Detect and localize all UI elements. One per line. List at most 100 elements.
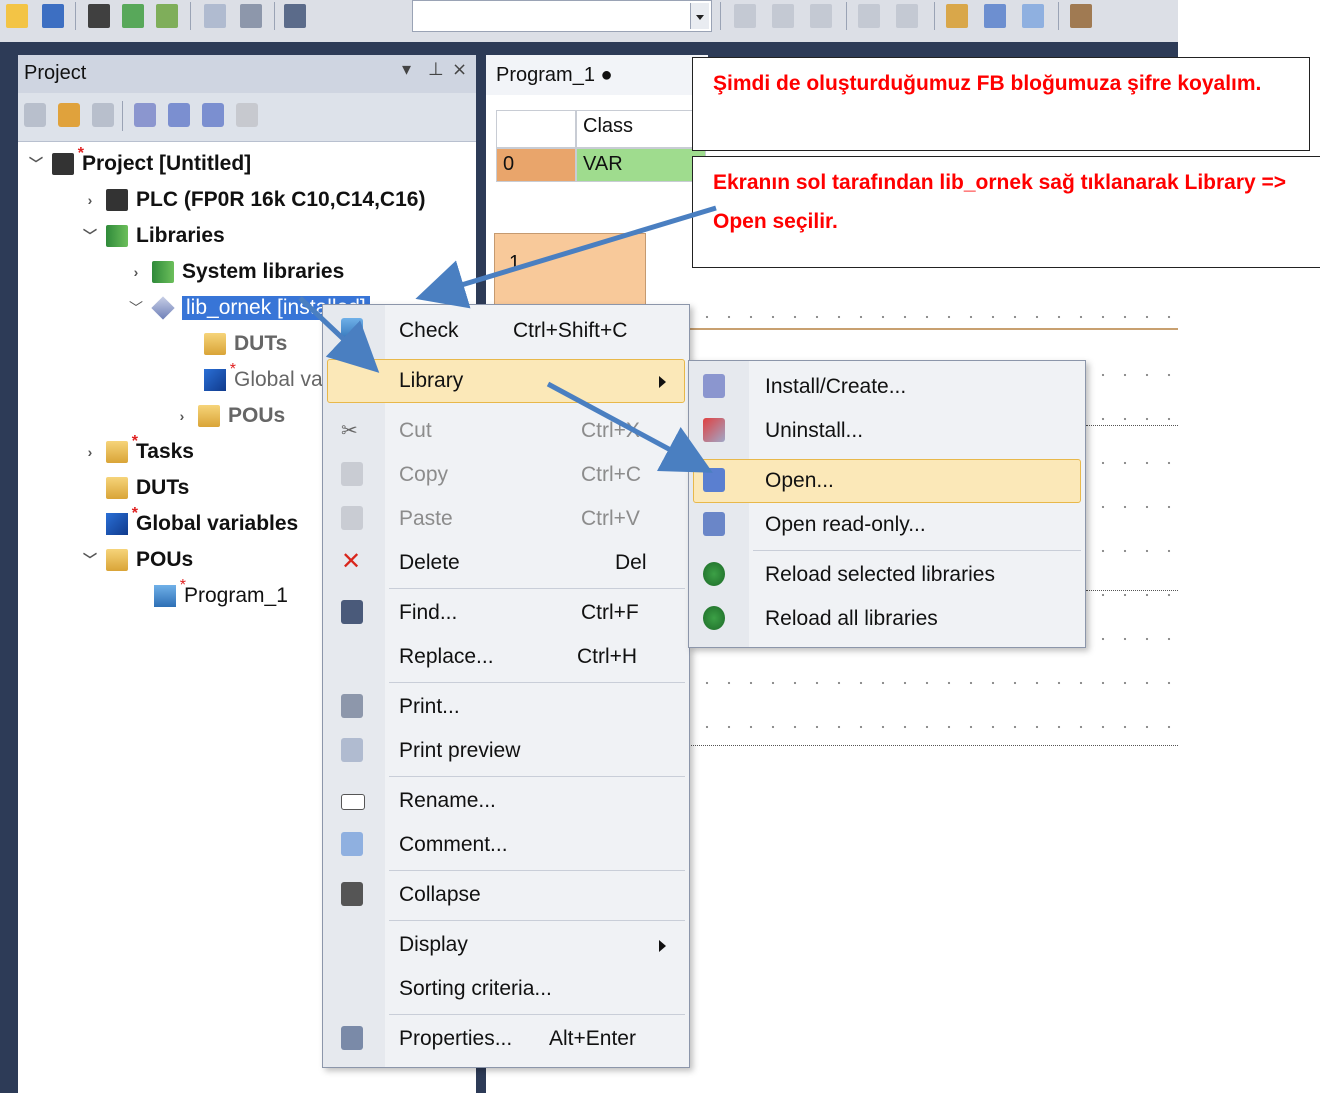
undo-icon[interactable] bbox=[858, 4, 880, 28]
menu-separator bbox=[389, 1014, 685, 1015]
chevron-down-icon[interactable]: ﹀ bbox=[82, 550, 98, 570]
menu-item-label: Check bbox=[399, 319, 459, 342]
menu-item-shortcut: Del bbox=[615, 551, 647, 574]
chevron-right-icon[interactable]: › bbox=[82, 192, 98, 208]
tree-item-label: DUTs bbox=[136, 476, 190, 499]
grid-header-class: Class bbox=[576, 110, 706, 148]
tree-item-system-libraries[interactable]: › System libraries bbox=[128, 255, 344, 289]
menu-item-check[interactable]: Check Ctrl+Shift+C bbox=[323, 309, 689, 353]
print-icon[interactable] bbox=[240, 4, 262, 28]
tree-item-plc[interactable]: › PLC (FP0R 16k C10,C14,C16) bbox=[82, 183, 425, 217]
menu-item-install-create[interactable]: Install/Create... bbox=[689, 365, 1085, 409]
library-icon bbox=[151, 296, 175, 320]
add-dut-icon[interactable] bbox=[58, 103, 80, 127]
add-pou-icon[interactable] bbox=[92, 103, 114, 127]
print-preview-icon[interactable] bbox=[204, 4, 226, 28]
open-library-icon[interactable] bbox=[168, 103, 190, 127]
menu-item-print[interactable]: Print... bbox=[323, 685, 689, 729]
library-icon[interactable] bbox=[236, 103, 258, 127]
menu-item-cut[interactable]: ✂ Cut Ctrl+X bbox=[323, 409, 689, 453]
network-number-label: 1 bbox=[509, 252, 521, 274]
menu-item-shortcut: Ctrl+C bbox=[581, 463, 642, 486]
menu-item-open[interactable]: Open... bbox=[689, 459, 1085, 503]
panel-options-icon[interactable]: ▾ bbox=[402, 59, 411, 80]
copy-icon bbox=[341, 462, 363, 486]
menu-item-find[interactable]: Find... Ctrl+F bbox=[323, 591, 689, 635]
tree-item-lib-duts[interactable]: DUTs bbox=[204, 327, 287, 361]
tree-item-pous[interactable]: ﹀ POUs bbox=[82, 543, 193, 577]
check-icon[interactable] bbox=[946, 4, 968, 28]
tree-icon[interactable] bbox=[24, 103, 46, 127]
menu-item-paste[interactable]: Paste Ctrl+V bbox=[323, 497, 689, 541]
paste-icon bbox=[341, 506, 363, 530]
redo-icon[interactable] bbox=[896, 4, 918, 28]
toolbar-separator bbox=[190, 2, 191, 30]
menu-item-label: Replace... bbox=[399, 645, 494, 668]
tree-item-global-variables[interactable]: * Global variables bbox=[106, 505, 298, 541]
copy-icon[interactable] bbox=[772, 4, 794, 28]
menu-separator bbox=[389, 776, 685, 777]
compile-all-icon[interactable] bbox=[1022, 4, 1044, 28]
menu-item-copy[interactable]: Copy Ctrl+C bbox=[323, 453, 689, 497]
menu-item-replace[interactable]: Replace... Ctrl+H bbox=[323, 635, 689, 679]
menu-item-label: Sorting criteria... bbox=[399, 977, 552, 1000]
tree-item-label: Project [Untitled] bbox=[82, 152, 252, 175]
open-library-readonly-icon[interactable] bbox=[202, 103, 224, 127]
install-library-icon[interactable] bbox=[134, 103, 156, 127]
chevron-down-icon[interactable] bbox=[690, 3, 709, 29]
tree-item-duts[interactable]: DUTs bbox=[106, 471, 189, 505]
menu-item-label: Comment... bbox=[399, 833, 508, 856]
pin-icon[interactable]: ⊥ bbox=[428, 59, 444, 80]
tree-item-lib-pous[interactable]: › POUs bbox=[174, 399, 285, 433]
monitor-icon[interactable] bbox=[1070, 4, 1092, 28]
find-icon[interactable] bbox=[284, 4, 306, 28]
menu-item-label: Open... bbox=[765, 469, 834, 492]
menu-item-label: Library bbox=[399, 369, 464, 392]
install-library-icon bbox=[703, 374, 725, 398]
tree-item-program-1[interactable]: * Program_1 bbox=[154, 577, 288, 613]
toolbar-combo[interactable] bbox=[412, 0, 712, 32]
menu-item-shortcut: Ctrl+H bbox=[577, 645, 638, 668]
tree-item-tasks[interactable]: › * Tasks bbox=[82, 433, 194, 469]
menu-item-sorting-criteria[interactable]: Sorting criteria... bbox=[323, 967, 689, 1011]
menu-item-label: Paste bbox=[399, 507, 453, 530]
menu-item-reload-selected[interactable]: Reload selected libraries bbox=[689, 553, 1085, 597]
delete-icon: ✕ bbox=[341, 548, 362, 575]
upload-icon[interactable] bbox=[122, 4, 144, 28]
dut-folder-icon bbox=[106, 477, 128, 499]
main-toolbar bbox=[0, 0, 1178, 42]
chevron-down-icon[interactable]: ﹀ bbox=[128, 298, 144, 318]
tree-item-libraries[interactable]: ﹀ Libraries bbox=[82, 219, 225, 253]
chevron-down-icon[interactable]: ﹀ bbox=[28, 154, 44, 174]
chevron-right-icon[interactable]: › bbox=[174, 408, 190, 424]
menu-item-collapse[interactable]: Collapse bbox=[323, 873, 689, 917]
tree-item-project[interactable]: ﹀ * Project [Untitled] bbox=[28, 145, 252, 181]
save-icon[interactable] bbox=[42, 4, 64, 28]
chevron-right-icon[interactable]: › bbox=[82, 444, 98, 460]
menu-item-comment[interactable]: Comment... bbox=[323, 823, 689, 867]
menu-item-rename[interactable]: Rename... bbox=[323, 779, 689, 823]
menu-item-display[interactable]: Display bbox=[323, 923, 689, 967]
paste-icon[interactable] bbox=[810, 4, 832, 28]
download-icon[interactable] bbox=[156, 4, 178, 28]
chevron-down-icon[interactable]: ﹀ bbox=[82, 226, 98, 246]
menu-item-reload-all[interactable]: Reload all libraries bbox=[689, 597, 1085, 641]
menu-item-print-preview[interactable]: Print preview bbox=[323, 729, 689, 773]
plc-icon[interactable] bbox=[88, 4, 110, 28]
grid-row-class[interactable]: VAR bbox=[576, 148, 706, 182]
pou-folder-icon bbox=[106, 549, 128, 571]
menu-item-uninstall[interactable]: Uninstall... bbox=[689, 409, 1085, 453]
menu-item-label: Reload selected libraries bbox=[765, 563, 995, 586]
compile-icon[interactable] bbox=[984, 4, 1006, 28]
open-folder-icon[interactable] bbox=[6, 4, 28, 28]
close-icon[interactable]: × bbox=[452, 59, 467, 80]
cut-icon[interactable] bbox=[734, 4, 756, 28]
system-libraries-icon bbox=[152, 261, 174, 283]
menu-item-library[interactable]: Library bbox=[323, 359, 689, 403]
menu-item-open-read-only[interactable]: Open read-only... bbox=[689, 503, 1085, 547]
tab-program-1[interactable]: Program_1 ● bbox=[486, 55, 708, 95]
comment-icon bbox=[341, 832, 363, 856]
chevron-right-icon[interactable]: › bbox=[128, 264, 144, 280]
menu-item-delete[interactable]: ✕ Delete Del bbox=[323, 541, 689, 585]
menu-item-properties[interactable]: Properties... Alt+Enter bbox=[323, 1017, 689, 1061]
